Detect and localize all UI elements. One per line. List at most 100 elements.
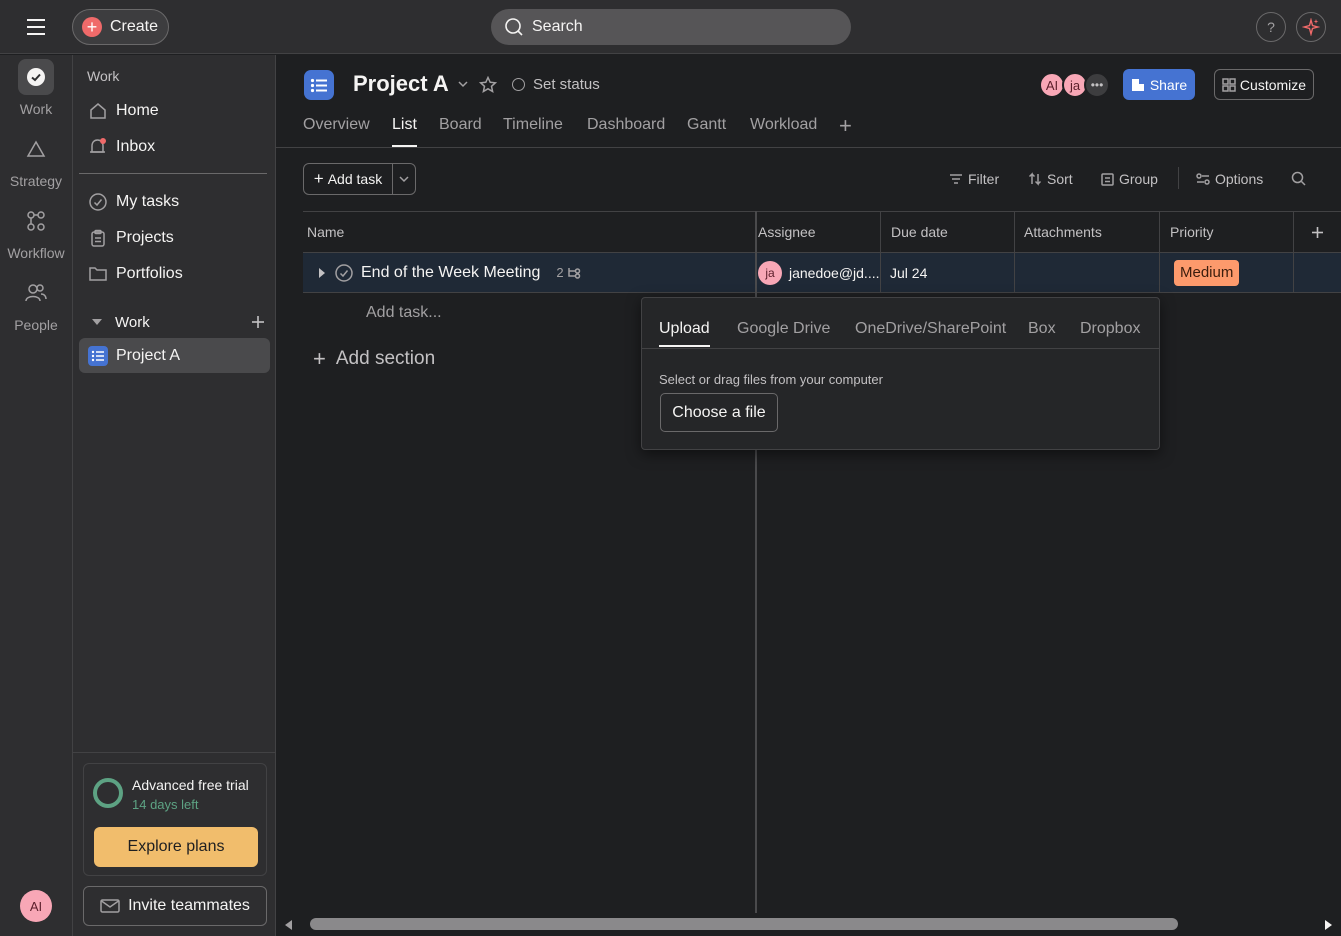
chevron-down-icon — [458, 81, 468, 88]
scroll-right-icon[interactable] — [1324, 919, 1334, 931]
popover-tab-dropbox[interactable]: Dropbox — [1080, 320, 1140, 338]
add-task-dropdown[interactable] — [393, 173, 415, 185]
favorite-button[interactable] — [479, 76, 497, 94]
help-button[interactable]: ? — [1256, 12, 1286, 42]
ai-assistant-button[interactable] — [1296, 12, 1326, 42]
create-button[interactable]: + Create — [72, 9, 169, 45]
assignee-cell[interactable]: ja janedoe@jd.... — [756, 253, 881, 292]
group-button[interactable]: Group — [1101, 171, 1158, 187]
sidebar-item-label: Home — [116, 102, 159, 119]
subtask-count[interactable]: 2 — [556, 265, 580, 280]
set-status-button[interactable]: Set status — [512, 76, 600, 93]
column-header-name[interactable]: Name — [303, 212, 756, 252]
chevron-down-icon — [399, 176, 409, 183]
group-icon — [1101, 172, 1114, 186]
due-date: Jul 24 — [890, 264, 928, 281]
options-button[interactable]: Options — [1196, 171, 1263, 187]
task-title[interactable]: End of the Week Meeting — [361, 264, 540, 282]
sidebar-item-inbox[interactable]: Inbox — [79, 130, 270, 164]
set-status-label: Set status — [533, 76, 600, 93]
rail-label: Workflow — [7, 245, 65, 261]
sidebar-item-projects[interactable]: Projects — [79, 221, 270, 255]
popover-tab-onedrive[interactable]: OneDrive/SharePoint — [855, 320, 1006, 338]
tab-overview[interactable]: Overview — [303, 116, 370, 134]
scroll-left-icon[interactable] — [283, 919, 293, 931]
active-popover-tab-indicator — [659, 345, 710, 347]
column-header-due-date[interactable]: Due date — [881, 212, 1015, 252]
rail-item-workflow[interactable]: Workflow — [0, 203, 72, 261]
filter-button[interactable]: Filter — [949, 171, 999, 187]
choose-file-button[interactable]: Choose a file — [660, 393, 778, 432]
scrollbar-thumb[interactable] — [310, 918, 1178, 930]
attachments-cell[interactable] — [1015, 253, 1160, 292]
invite-teammates-button[interactable]: Invite teammates — [83, 886, 267, 926]
help-icon: ? — [1267, 19, 1275, 35]
search-tasks-button[interactable] — [1291, 171, 1311, 186]
sidebar-item-portfolios[interactable]: Portfolios — [79, 257, 270, 291]
expand-caret-icon[interactable] — [317, 267, 327, 279]
rail-item-strategy[interactable]: Strategy — [0, 131, 72, 189]
user-avatar[interactable]: AI — [20, 890, 52, 922]
rail-item-people[interactable]: People — [0, 275, 72, 333]
ellipsis-icon: ••• — [1090, 78, 1104, 92]
list-project-icon — [304, 70, 334, 100]
share-button[interactable]: Share — [1123, 69, 1195, 100]
add-tab-button[interactable]: + — [839, 115, 852, 137]
popover-tab-google-drive[interactable]: Google Drive — [737, 320, 830, 338]
add-icon[interactable] — [251, 315, 265, 329]
column-header-attachments[interactable]: Attachments — [1015, 212, 1160, 252]
trial-progress-ring — [93, 778, 123, 808]
add-icon — [1312, 226, 1323, 238]
sort-button[interactable]: Sort — [1028, 171, 1073, 187]
customize-label: Customize — [1239, 76, 1307, 93]
sidebar-item-home[interactable]: Home — [79, 94, 270, 128]
popover-divider — [642, 348, 1159, 349]
tab-list[interactable]: List — [392, 116, 417, 134]
tab-gantt[interactable]: Gantt — [687, 116, 726, 134]
column-header-priority[interactable]: Priority — [1160, 212, 1294, 252]
tab-dashboard[interactable]: Dashboard — [587, 116, 665, 134]
tab-board[interactable]: Board — [439, 116, 482, 134]
sidebar-work-section[interactable]: Work — [87, 311, 265, 333]
rail-item-work[interactable]: Work — [0, 59, 72, 117]
sort-label: Sort — [1047, 171, 1073, 187]
workflow-icon — [27, 211, 45, 231]
extra-cell — [1294, 253, 1341, 292]
add-task-button[interactable]: + Add task — [303, 163, 416, 195]
horizontal-scrollbar[interactable] — [276, 913, 1341, 936]
add-section-label: Add section — [335, 348, 436, 369]
column-header-assignee[interactable]: Assignee — [756, 212, 881, 252]
explore-plans-button[interactable]: Explore plans — [94, 827, 258, 867]
complete-task-checkbox[interactable] — [335, 263, 353, 282]
sidebar-section-label: Work — [87, 68, 120, 84]
sidebar-item-project-a[interactable]: Project A — [79, 338, 270, 373]
add-section-button[interactable]: + Add section — [313, 348, 435, 370]
search-input[interactable]: Search — [491, 9, 851, 45]
priority-badge: Medium — [1174, 259, 1240, 286]
left-rail: Work Strategy Workflow People AI — [0, 55, 72, 936]
hamburger-menu-button[interactable] — [18, 14, 54, 40]
check-circle-icon — [27, 68, 45, 86]
customize-button[interactable]: Customize — [1214, 69, 1314, 100]
sidebar-section-title: Work — [115, 313, 150, 331]
trial-card: Advanced free trial 14 days left Explore… — [83, 763, 267, 876]
project-menu-button[interactable] — [456, 77, 470, 91]
sidebar-item-my-tasks[interactable]: My tasks — [79, 185, 270, 219]
due-date-cell[interactable]: Jul 24 — [881, 253, 1015, 292]
tab-workload[interactable]: Workload — [750, 116, 817, 134]
main-content: Project A Set status AI ja ••• Share Cus… — [276, 55, 1341, 936]
sort-icon — [1028, 172, 1042, 186]
add-task-main[interactable]: + Add task — [304, 164, 393, 194]
priority-cell[interactable]: Medium — [1160, 253, 1294, 292]
filter-icon — [950, 174, 962, 184]
add-column-button[interactable] — [1294, 212, 1341, 252]
table-row[interactable]: End of the Week Meeting 2 ja janedoe@jd.… — [303, 253, 1341, 293]
more-members-button[interactable]: ••• — [1084, 72, 1110, 98]
upload-hint: Select or drag files from your computer — [659, 372, 883, 387]
status-circle-icon — [512, 78, 525, 91]
tab-timeline[interactable]: Timeline — [503, 116, 563, 134]
add-task-inline[interactable]: Add task... — [366, 304, 442, 322]
active-tab-indicator — [392, 145, 417, 147]
popover-tab-upload[interactable]: Upload — [659, 320, 710, 338]
popover-tab-box[interactable]: Box — [1028, 320, 1056, 338]
